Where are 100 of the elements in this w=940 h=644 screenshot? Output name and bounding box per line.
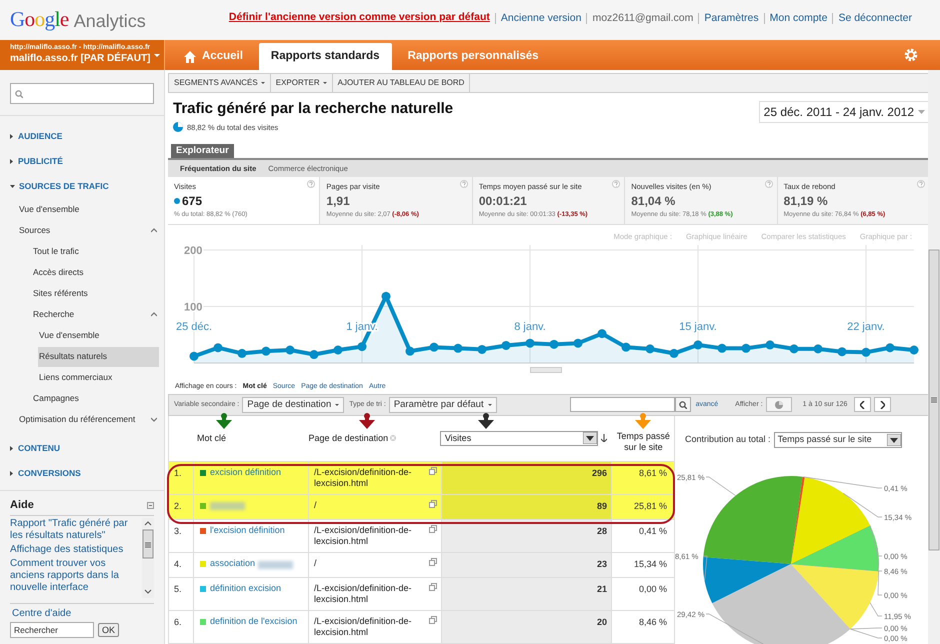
pie-slice[interactable] xyxy=(791,476,870,564)
keyword-link[interactable]: definition de l'excision xyxy=(210,616,298,627)
data-point[interactable] xyxy=(262,346,270,356)
help-search-field[interactable]: Rechercher xyxy=(10,622,94,638)
collapse-icon[interactable] xyxy=(151,228,157,233)
nav-item[interactable]: Campagnes xyxy=(32,388,79,408)
ok-button[interactable]: OK xyxy=(98,622,120,636)
header-link[interactable]: Mon compte xyxy=(770,12,828,24)
nav-item[interactable]: Tout le trafic xyxy=(32,242,79,262)
data-point[interactable] xyxy=(574,338,582,348)
expanded-icon[interactable] xyxy=(10,185,15,188)
data-point[interactable] xyxy=(862,348,870,357)
external-link-icon[interactable] xyxy=(429,500,437,508)
resize-handle[interactable] xyxy=(530,366,562,373)
data-point[interactable] xyxy=(190,351,198,360)
pie-slice[interactable] xyxy=(712,564,850,644)
nav-item[interactable]: Liens commerciaux xyxy=(38,368,112,388)
collapsed-icon[interactable] xyxy=(10,159,13,164)
external-link-icon[interactable] xyxy=(429,583,437,591)
nav-section[interactable]: SOURCES DE TRAFIC xyxy=(19,180,109,193)
data-point[interactable] xyxy=(910,345,918,354)
nav-item[interactable]: Recherche xyxy=(32,304,74,324)
pie-slice[interactable] xyxy=(791,525,879,571)
settings-icon[interactable] xyxy=(904,48,918,62)
data-point[interactable] xyxy=(238,348,246,358)
table-row[interactable]: 4. association / 23 15,34 % xyxy=(169,553,674,578)
header-link[interactable]: Définir l'ancienne version comme version par défaut xyxy=(228,10,490,26)
keyword-link[interactable]: excision définition xyxy=(210,467,282,478)
metric-dropdown[interactable]: Visites xyxy=(440,430,598,446)
external-link-icon[interactable] xyxy=(429,467,437,475)
data-point[interactable] xyxy=(454,344,462,353)
help-link[interactable]: Rapport "Trafic généré par les résultats naturels" xyxy=(10,518,142,542)
table-row[interactable]: 3. l'excision définition /L-excision/definition-de-lexcision.html 28 0,41 % xyxy=(169,520,674,553)
table-search-field[interactable] xyxy=(570,397,675,412)
column-header[interactable]: Mot clé xyxy=(197,432,309,446)
help-link[interactable]: Affichage des statistiques xyxy=(10,544,142,556)
external-link-icon[interactable] xyxy=(429,616,437,624)
data-point[interactable] xyxy=(478,344,486,354)
nav-item[interactable]: Vue d'ensemble xyxy=(38,326,100,346)
table-row[interactable]: 2. / 89 25,81 % xyxy=(169,495,674,520)
nav-section[interactable]: AUDIENCE xyxy=(18,130,62,143)
table-row[interactable]: 1. excision définition /L-excision/definition-de-lexcision.html 296 8,61 % xyxy=(169,462,674,495)
data-point[interactable] xyxy=(742,344,750,353)
data-point[interactable] xyxy=(766,340,774,350)
expand-icon[interactable] xyxy=(151,417,157,422)
data-point[interactable] xyxy=(550,340,558,349)
data-point[interactable] xyxy=(430,342,438,352)
external-link-icon[interactable] xyxy=(429,558,437,566)
header-link[interactable]: Se déconnecter xyxy=(838,12,912,24)
sort-icon[interactable] xyxy=(600,434,607,442)
data-point[interactable] xyxy=(310,350,318,359)
explorer-tab[interactable]: Explorateur xyxy=(171,144,234,158)
data-point[interactable] xyxy=(358,342,366,351)
data-point[interactable] xyxy=(214,343,222,352)
collapsed-icon[interactable] xyxy=(10,134,13,139)
search-button[interactable] xyxy=(674,397,691,412)
nav-item[interactable]: Résultats naturels xyxy=(38,346,159,366)
header-link[interactable]: Ancienne version xyxy=(500,12,582,24)
pie-slice[interactable] xyxy=(791,476,805,564)
data-point[interactable] xyxy=(718,344,726,353)
data-point[interactable] xyxy=(838,346,846,356)
help-icon[interactable] xyxy=(307,180,316,188)
data-point[interactable] xyxy=(646,344,654,354)
help-icon[interactable] xyxy=(764,180,773,188)
keyword-link[interactable]: définition excision xyxy=(210,583,282,594)
pie-slice[interactable] xyxy=(703,556,791,603)
collapse-icon[interactable] xyxy=(147,502,154,509)
view-type-button[interactable] xyxy=(766,397,792,412)
search-field[interactable] xyxy=(10,83,154,104)
data-point[interactable] xyxy=(814,344,822,354)
nav-item[interactable]: Vue d'ensemble xyxy=(18,200,80,220)
data-point[interactable] xyxy=(694,340,702,350)
external-link-icon[interactable] xyxy=(429,525,437,533)
help-link[interactable]: Comment trouver vos anciens rapports dans la nouvelle interface xyxy=(10,558,142,594)
nav-item[interactable]: Sources xyxy=(18,220,50,240)
collapsed-icon[interactable] xyxy=(10,446,13,451)
data-point[interactable] xyxy=(286,345,294,354)
nav-section[interactable]: PUBLICITÉ xyxy=(18,155,63,168)
data-point[interactable] xyxy=(382,292,390,301)
column-header[interactable]: Temps passé sur le site xyxy=(612,431,674,454)
data-point[interactable] xyxy=(526,338,534,348)
header-link[interactable]: Paramètres xyxy=(704,12,759,24)
keyword-link[interactable]: l'excision définition xyxy=(210,525,285,536)
data-point[interactable] xyxy=(598,328,606,338)
help-link[interactable]: Centre d'aide xyxy=(12,606,154,620)
collapsed-icon[interactable] xyxy=(10,471,13,476)
next-button[interactable] xyxy=(874,397,892,412)
help-icon[interactable] xyxy=(460,180,468,188)
keyword-link[interactable]: association xyxy=(210,558,256,569)
pie-slice[interactable] xyxy=(703,476,802,564)
data-point[interactable] xyxy=(622,342,630,352)
nav-section[interactable]: CONTENU xyxy=(18,442,60,455)
scrollbar[interactable] xyxy=(928,70,940,644)
toolbar-button[interactable]: AJOUTER AU TABLEAU DE BORD xyxy=(332,74,470,92)
nav-section[interactable]: CONVERSIONS xyxy=(18,467,81,480)
contribution-dropdown[interactable]: Temps passé sur le site xyxy=(774,432,902,448)
dropdown[interactable]: Paramètre par défaut xyxy=(388,396,497,413)
toolbar-button[interactable]: SEGMENTS AVANCÉS xyxy=(169,74,271,92)
data-point[interactable] xyxy=(886,343,894,352)
collapse-icon[interactable] xyxy=(151,312,157,317)
